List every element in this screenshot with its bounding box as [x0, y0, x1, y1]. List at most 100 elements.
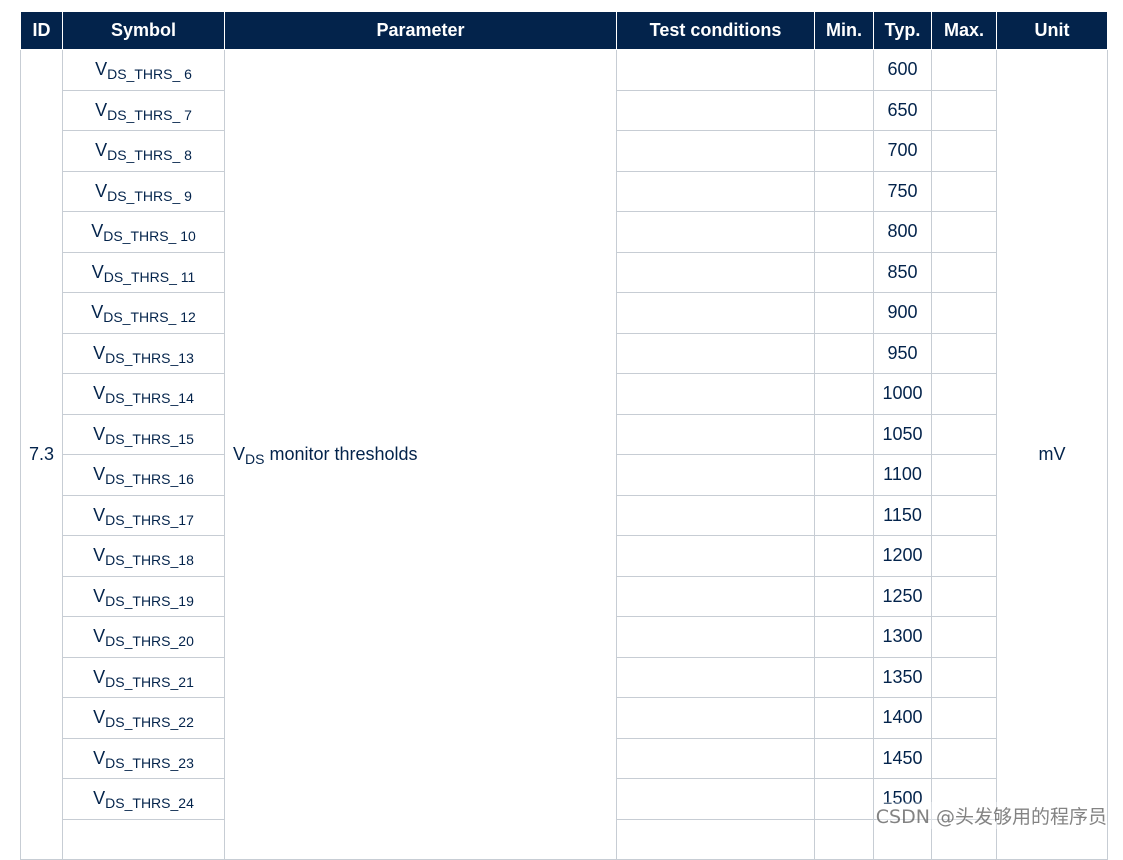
typ-cell: 700: [873, 130, 932, 172]
symbol-subscript: DS_THRS_ 9: [107, 187, 192, 204]
test-conditions-cell: [616, 211, 815, 253]
min-cell: [814, 170, 874, 212]
symbol-cell: VDS_THRS_16: [62, 454, 225, 496]
typ-cell: 900: [873, 292, 932, 334]
test-conditions-cell: [616, 251, 815, 293]
symbol-main: V: [93, 747, 106, 768]
typ-cell: 1400: [873, 697, 932, 739]
symbol-cell: VDS_THRS_ 7: [62, 89, 225, 131]
symbol-cell: VDS_THRS_21: [62, 656, 225, 698]
symbol-main: V: [93, 545, 106, 566]
test-conditions-cell: [616, 454, 815, 496]
symbol-cell: VDS_THRS_ 6: [62, 49, 225, 91]
symbol-subscript: DS_THRS_15: [105, 430, 194, 447]
min-cell: [814, 535, 874, 577]
typ-cell: 600: [873, 49, 932, 91]
max-cell: [931, 211, 997, 253]
symbol-subscript: DS_THRS_ 10: [103, 228, 196, 245]
symbol-subscript: DS_THRS_14: [105, 390, 194, 407]
min-cell: [814, 130, 874, 172]
symbol-main: V: [93, 383, 106, 404]
typ-cell: 1350: [873, 656, 932, 698]
typ-cell: 850: [873, 251, 932, 293]
symbol-main: V: [93, 707, 106, 728]
min-cell: [814, 656, 874, 698]
watermark: CSDN @头发够用的程序员: [875, 802, 1107, 829]
symbol-subscript: DS_THRS_19: [105, 592, 194, 609]
min-cell: [814, 332, 874, 374]
max-cell: [931, 170, 997, 212]
max-cell: [931, 575, 997, 617]
typ-cell: 650: [873, 89, 932, 131]
symbol-cell: VDS_THRS_17: [62, 494, 225, 536]
symbol-cell: VDS_THRS_14: [62, 373, 225, 415]
symbol-main: V: [93, 504, 106, 525]
min-cell: [814, 413, 874, 455]
test-conditions-cell: [616, 737, 815, 779]
symbol-cell: VDS_THRS_13: [62, 332, 225, 374]
max-cell: [931, 130, 997, 172]
parameter-rest: monitor thresholds: [264, 444, 418, 464]
test-conditions-cell: [616, 697, 815, 739]
typ-cell: 1050: [873, 413, 932, 455]
typ-cell: 1000: [873, 373, 932, 415]
symbol-main: V: [95, 59, 108, 80]
test-conditions-cell: [616, 332, 815, 374]
min-cell: [814, 211, 874, 253]
symbol-subscript: DS_THRS_ 7: [107, 106, 192, 123]
typ-cell: 1450: [873, 737, 932, 779]
max-cell: [931, 332, 997, 374]
header-row: ID Symbol Parameter Test conditions Min.…: [20, 12, 1108, 50]
test-conditions-cell: [616, 373, 815, 415]
symbol-cell: VDS_THRS_22: [62, 697, 225, 739]
symbol-main: V: [93, 788, 106, 809]
symbol-cell: VDS_THRS_23: [62, 737, 225, 779]
symbol-cell: VDS_THRS_ 10: [62, 211, 225, 253]
symbol-subscript: DS_THRS_ 8: [107, 147, 192, 164]
max-cell: [931, 292, 997, 334]
symbol-main: V: [93, 585, 106, 606]
min-cell: [814, 373, 874, 415]
parameter-subscript: DS: [245, 451, 265, 467]
min-cell: [814, 697, 874, 739]
max-cell: [931, 737, 997, 779]
symbol-main: V: [93, 423, 106, 444]
header-min: Min.: [814, 12, 874, 50]
symbol-main: V: [93, 464, 106, 485]
symbol-cell: VDS_THRS_20: [62, 616, 225, 658]
symbol-main: V: [91, 302, 104, 323]
test-conditions-cell: [616, 49, 815, 91]
symbol-cell: [62, 818, 225, 860]
symbol-main: V: [95, 140, 108, 161]
symbol-subscript: DS_THRS_13: [105, 349, 194, 366]
symbol-subscript: DS_THRS_17: [105, 511, 194, 528]
symbol-main: V: [93, 626, 106, 647]
max-cell: [931, 697, 997, 739]
symbol-subscript: DS_THRS_16: [105, 471, 194, 488]
typ-cell: 1250: [873, 575, 932, 617]
min-cell: [814, 575, 874, 617]
typ-cell: 1300: [873, 616, 932, 658]
spec-table: ID Symbol Parameter Test conditions Min.…: [20, 12, 1108, 860]
symbol-cell: VDS_THRS_ 12: [62, 292, 225, 334]
test-conditions-cell: [616, 575, 815, 617]
test-conditions-cell: [616, 292, 815, 334]
symbol-main: V: [93, 666, 106, 687]
typ-cell: 1100: [873, 454, 932, 496]
max-cell: [931, 494, 997, 536]
id-cell: 7.3: [20, 49, 63, 860]
symbol-subscript: DS_THRS_ 11: [103, 268, 196, 285]
symbol-cell: VDS_THRS_ 8: [62, 130, 225, 172]
typ-cell: 1150: [873, 494, 932, 536]
symbol-main: V: [95, 99, 108, 120]
typ-cell: 750: [873, 170, 932, 212]
symbol-subscript: DS_THRS_22: [105, 714, 194, 731]
max-cell: [931, 616, 997, 658]
unit-cell: mV: [996, 49, 1108, 860]
test-conditions-cell: [616, 494, 815, 536]
max-cell: [931, 251, 997, 293]
parameter-main: V: [233, 444, 246, 464]
test-conditions-cell: [616, 616, 815, 658]
typ-cell: 1200: [873, 535, 932, 577]
max-cell: [931, 413, 997, 455]
